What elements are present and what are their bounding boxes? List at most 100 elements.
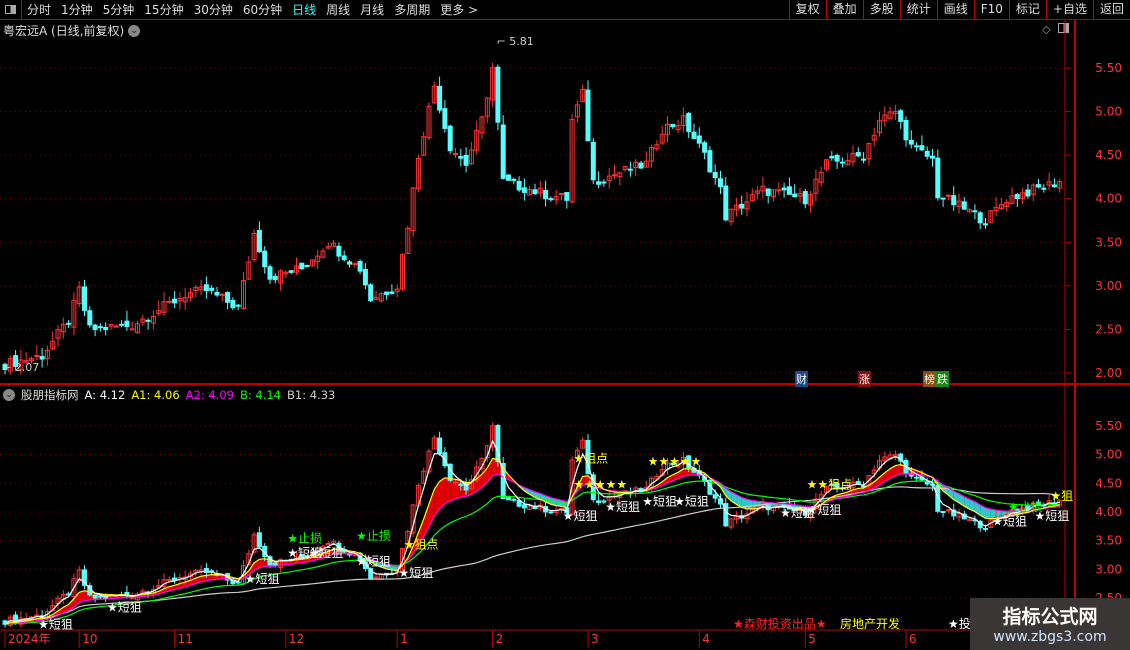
candle-body — [532, 189, 538, 195]
footer-label: 房地产开发 — [840, 617, 901, 631]
candle-body — [341, 255, 347, 261]
candle-body — [235, 304, 241, 307]
candle-body — [214, 291, 220, 296]
candle-body — [336, 245, 342, 257]
candle-body — [262, 250, 268, 268]
candle-body — [802, 191, 808, 205]
footer-label: ★森财投资出品★ — [733, 617, 827, 631]
candle-body — [596, 500, 602, 503]
candle-body — [299, 262, 305, 270]
candle-body — [855, 152, 861, 157]
x-tick-label: 11 — [178, 632, 193, 646]
candle-body — [924, 150, 930, 157]
indicator-value: A2: 4.09 — [185, 388, 234, 402]
x-tick-label: 12 — [289, 632, 304, 646]
candle-body — [940, 197, 946, 200]
candle-body — [521, 187, 527, 193]
news-tag[interactable]: 涨 — [858, 371, 871, 387]
candle-body — [951, 195, 957, 206]
indicator-value: B1: 4.33 — [287, 388, 336, 402]
candle-body — [543, 189, 549, 200]
candle-body — [203, 284, 209, 292]
candle-body — [362, 268, 368, 286]
signal-label: ★短狙 — [245, 572, 280, 586]
candle-body — [267, 266, 273, 280]
candle-body — [914, 476, 920, 479]
candle-body — [272, 562, 278, 566]
candle-body — [739, 203, 745, 209]
candle-body — [601, 181, 607, 184]
candle-body — [1014, 194, 1020, 200]
candle-body — [548, 511, 554, 514]
signal-label: ★短狙 — [399, 566, 434, 580]
chart-canvas[interactable]: 5.50 5.00 4.50 4.00 3.50 3.00 2.50 2.00 5.50 5.00… — [0, 0, 1130, 650]
candle-body — [235, 581, 241, 584]
candle-body — [983, 527, 988, 530]
watermark-title: 指标公式网 — [1002, 606, 1098, 628]
candle-body — [437, 437, 443, 455]
candle-body — [564, 192, 570, 201]
y-tick-label: 5.00 — [1095, 105, 1122, 119]
y-tick-label: 2.50 — [1095, 322, 1122, 336]
candle-body — [961, 201, 967, 210]
candle-body — [103, 327, 109, 331]
candle-body — [34, 354, 40, 357]
candle-body — [712, 172, 718, 179]
indicator-name: 股朋指标网 — [21, 388, 79, 402]
signal-label: ★狙点 — [404, 537, 439, 551]
candle-body — [129, 328, 135, 331]
candle-body — [87, 310, 93, 326]
news-tag[interactable]: 跌 — [936, 371, 949, 387]
x-tick-label: 6 — [909, 632, 917, 646]
candle-body — [977, 212, 983, 224]
news-tag[interactable]: 财 — [795, 371, 808, 387]
candle-body — [861, 158, 867, 161]
candle-body — [34, 614, 40, 617]
candle-body — [548, 198, 554, 201]
candle-body — [447, 125, 453, 152]
signal-label: ★短狙 — [107, 600, 142, 614]
candle-body — [304, 265, 310, 268]
candle-body — [1051, 184, 1057, 188]
y-tick-label: 4.00 — [1095, 505, 1122, 519]
candle-body — [585, 89, 591, 142]
signal-label: ★★★★★ — [573, 477, 627, 491]
candle-body — [559, 193, 564, 196]
candle-body — [92, 594, 98, 599]
candle-body — [458, 483, 464, 486]
indicator-value: A: 4.12 — [84, 388, 126, 402]
y-tick-label: 5.50 — [1095, 61, 1122, 75]
candle-body — [612, 174, 617, 177]
candle-body — [272, 275, 278, 281]
signal-label: ★短狙 — [992, 515, 1027, 529]
candle-body — [935, 157, 941, 199]
candle-body — [458, 155, 464, 159]
candle-body — [66, 322, 72, 325]
news-tag[interactable]: 榜 — [923, 371, 936, 387]
candle-body — [209, 287, 215, 291]
candle-body — [702, 142, 708, 153]
candle-body — [829, 156, 835, 159]
candle-body — [256, 532, 262, 548]
y-tick-label: 3.50 — [1095, 534, 1122, 548]
candle-body — [368, 284, 374, 302]
x-tick-label: 5 — [808, 632, 816, 646]
indicator-value: A1: 4.06 — [131, 388, 180, 402]
candle-body — [453, 153, 458, 156]
indicator-value: B: 4.14 — [239, 388, 281, 402]
candle-body — [516, 180, 522, 191]
candle-body — [670, 123, 676, 128]
candle-body — [442, 108, 448, 129]
candle-body — [908, 139, 914, 145]
candle-body — [1036, 184, 1041, 188]
candle-body — [792, 193, 798, 198]
candle-body — [855, 481, 861, 485]
low-price-label: ← 2.07 — [2, 361, 39, 374]
y-tick-label: 5.50 — [1095, 419, 1122, 433]
x-tick-label: 2024年 — [8, 632, 51, 646]
y-tick-label: 3.50 — [1095, 235, 1122, 249]
candle-body — [97, 326, 103, 329]
watermark-url: www.zbgs3.com — [993, 629, 1107, 645]
chevron-down-icon[interactable]: ⌄ — [3, 389, 15, 401]
candle-body — [765, 188, 771, 196]
